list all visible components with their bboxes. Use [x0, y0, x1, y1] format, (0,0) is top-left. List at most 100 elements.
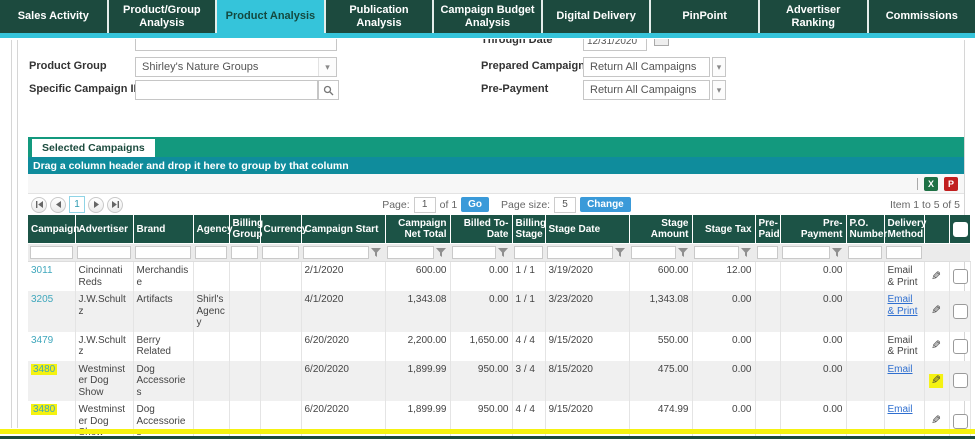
tab-advertiser-ranking[interactable]: Advertiser Ranking	[760, 0, 869, 33]
selected-campaigns-tab[interactable]: Selected Campaigns	[32, 139, 155, 157]
filter-funnel-button-stage_tax[interactable]	[739, 246, 753, 259]
edit-pencil-icon[interactable]: ✎	[931, 339, 941, 353]
column-header-pre_paid[interactable]: Pre-Paid	[755, 215, 780, 244]
column-header-stage_date[interactable]: Stage Date	[545, 215, 629, 244]
row-checkbox[interactable]	[953, 373, 968, 388]
delivery-method-link[interactable]: Email	[888, 364, 913, 375]
filter-input-stage_tax[interactable]	[694, 246, 739, 259]
column-header-currency[interactable]: Currency	[260, 215, 301, 244]
select-all-header[interactable]	[949, 215, 970, 244]
tab-publication-analysis[interactable]: Publication Analysis	[326, 0, 435, 33]
filter-funnel-button-billed_to_date[interactable]	[496, 246, 510, 259]
pager-nav: 1	[28, 196, 123, 213]
campaign-link[interactable]: 3479	[31, 335, 53, 346]
filter-funnel-button-stage_amount[interactable]	[676, 246, 690, 259]
tab-product-group-analysis[interactable]: Product/Group Analysis	[109, 0, 218, 33]
group-by-drop-zone[interactable]: Drag a column header and drop it here to…	[28, 157, 964, 174]
go-button[interactable]: Go	[461, 197, 489, 212]
chevron-down-icon[interactable]: ▾	[318, 58, 336, 76]
filter-input-campaign_start[interactable]	[303, 246, 369, 259]
filter-input-agency[interactable]	[195, 246, 227, 259]
filter-input-pre_payment[interactable]	[782, 246, 830, 259]
filter-input-po_number[interactable]	[848, 246, 882, 259]
clipped-input[interactable]	[135, 39, 337, 51]
excel-export-icon[interactable]	[924, 177, 938, 191]
campaign-link[interactable]: 3480	[31, 364, 57, 375]
page-size-input[interactable]	[554, 197, 576, 213]
filter-funnel-button-net_total[interactable]	[434, 246, 448, 259]
chevron-down-icon[interactable]: ▾	[712, 57, 726, 77]
filter-input-advertiser[interactable]	[77, 246, 131, 259]
column-header-advertiser[interactable]: Advertiser	[75, 215, 133, 244]
column-header-billing_stage[interactable]: Billing Stage	[512, 215, 545, 244]
column-header-campaign_start[interactable]: Campaign Start	[301, 215, 385, 244]
column-header-campaign[interactable]: Campaign	[28, 215, 75, 244]
pdf-export-icon[interactable]	[944, 177, 958, 191]
campaign-link[interactable]: 3480	[31, 404, 57, 415]
tab-campaign-budget-analysis[interactable]: Campaign Budget Analysis	[434, 0, 543, 33]
filter-funnel-button-stage_date[interactable]	[613, 246, 627, 259]
row-checkbox[interactable]	[953, 339, 968, 354]
filter-input-net_total[interactable]	[387, 246, 434, 259]
edit-pencil-icon[interactable]: ✎	[931, 414, 941, 428]
cell-billing_stage: 1 / 1	[512, 262, 545, 292]
cell-agency	[193, 332, 229, 361]
campaign-link[interactable]: 3011	[31, 265, 53, 276]
pre-payment-select[interactable]: Return All Campaigns	[583, 80, 710, 100]
column-header-billed_to_date[interactable]: Billed To-Date	[450, 215, 512, 244]
column-header-net_total[interactable]: Campaign Net Total	[385, 215, 450, 244]
row-checkbox[interactable]	[953, 414, 968, 429]
filter-input-delivery_method[interactable]	[886, 246, 922, 259]
column-header-stage_amount[interactable]: Stage Amount	[629, 215, 692, 244]
next-page-button[interactable]	[88, 197, 104, 213]
filter-funnel-button-pre_payment[interactable]	[830, 246, 844, 259]
filter-input-billing_group[interactable]	[231, 246, 258, 259]
through-date-input[interactable]: 12/31/2020	[583, 39, 647, 51]
cell-net_total: 1,899.99	[385, 361, 450, 402]
last-page-button[interactable]	[107, 197, 123, 213]
product-group-select[interactable]: Shirley's Nature Groups ▾	[135, 57, 337, 77]
column-header-stage_tax[interactable]: Stage Tax	[692, 215, 755, 244]
filter-funnel-button-campaign_start[interactable]	[369, 246, 383, 259]
campaign-link[interactable]: 3205	[31, 294, 53, 305]
delivery-method-link[interactable]: Email	[888, 404, 913, 415]
edit-pencil-icon[interactable]: ✎	[929, 374, 943, 388]
prev-page-button[interactable]	[50, 197, 66, 213]
page-number-input[interactable]	[414, 197, 436, 213]
tab-pinpoint[interactable]: PinPoint	[651, 0, 760, 33]
change-button[interactable]: Change	[580, 197, 631, 212]
specific-campaign-ids-input[interactable]	[135, 80, 318, 100]
filter-input-brand[interactable]	[135, 246, 191, 259]
tab-commissions[interactable]: Commissions	[869, 0, 975, 33]
filter-funnel-icon	[371, 248, 381, 258]
column-header-billing_group[interactable]: Billing Group	[229, 215, 260, 244]
search-button[interactable]	[318, 80, 339, 100]
delivery-method-link[interactable]: Email & Print	[888, 294, 918, 317]
row-checkbox[interactable]	[953, 269, 968, 284]
filter-input-billed_to_date[interactable]	[452, 246, 496, 259]
prepared-campaigns-select[interactable]: Return All Campaigns	[583, 57, 710, 77]
filter-input-pre_paid[interactable]	[757, 246, 778, 259]
tab-sales-activity[interactable]: Sales Activity	[0, 0, 109, 33]
column-header-brand[interactable]: Brand	[133, 215, 193, 244]
first-page-button[interactable]	[31, 197, 47, 213]
filter-input-stage_date[interactable]	[547, 246, 613, 259]
select-all-checkbox[interactable]	[953, 222, 968, 237]
calendar-icon[interactable]	[654, 39, 669, 46]
filter-funnel-icon	[678, 248, 688, 258]
column-header-pre_payment[interactable]: Pre-Payment	[780, 215, 846, 244]
filter-input-stage_amount[interactable]	[631, 246, 676, 259]
filter-input-billing_stage[interactable]	[514, 246, 543, 259]
row-checkbox[interactable]	[953, 304, 968, 319]
tab-product-analysis[interactable]: Product Analysis	[217, 0, 326, 33]
filter-input-currency[interactable]	[262, 246, 299, 259]
column-header-po_number[interactable]: P.O. Number	[846, 215, 884, 244]
chevron-down-icon[interactable]: ▾	[712, 80, 726, 100]
tab-digital-delivery[interactable]: Digital Delivery	[543, 0, 652, 33]
filter-input-campaign[interactable]	[30, 246, 73, 259]
column-header-delivery_method[interactable]: Delivery Method	[884, 215, 924, 244]
edit-pencil-icon[interactable]: ✎	[931, 304, 941, 318]
edit-pencil-icon[interactable]: ✎	[931, 270, 941, 284]
current-page-indicator[interactable]: 1	[69, 196, 85, 213]
column-header-agency[interactable]: Agency	[193, 215, 229, 244]
